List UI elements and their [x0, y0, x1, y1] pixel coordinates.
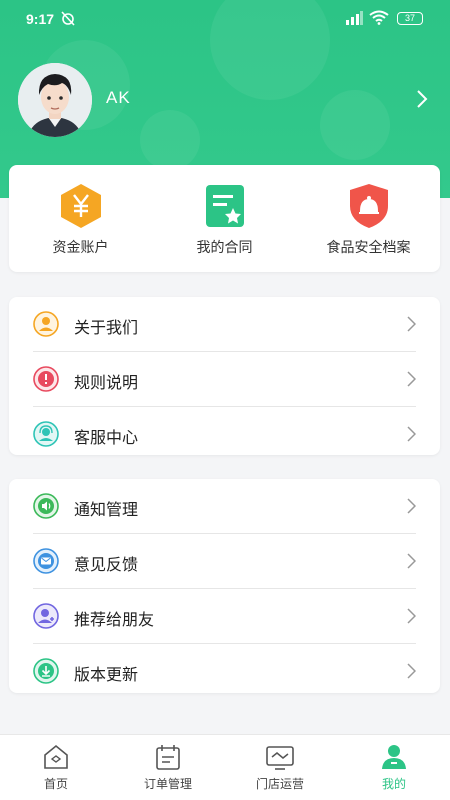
quick-action-label: 食品安全档案 [326, 240, 411, 256]
yuan-icon [59, 183, 103, 229]
menu-item-label: 推荐给朋友 [74, 610, 155, 629]
menu-item-label: 意见反馈 [74, 555, 139, 574]
quick-action-my-contract[interactable]: 我的合同 [153, 165, 296, 272]
update-icon [33, 658, 59, 684]
tab-mine[interactable]: 我的 [338, 735, 450, 800]
status-bar: 9:17 37 [0, 0, 450, 40]
menu-item-version-update[interactable]: 版本更新 [9, 644, 440, 699]
status-time: 9:17 [26, 11, 55, 27]
tab-store-operation[interactable]: 门店运营 [224, 735, 336, 800]
bottom-tab-bar: 首页 订单管理 门店运营 我的 [0, 734, 450, 800]
quick-action-food-safety-archive[interactable]: 食品安全档案 [297, 165, 440, 272]
menu-item-label: 通知管理 [74, 500, 139, 519]
menu-item-about-us[interactable]: 关于我们 [9, 297, 440, 352]
chevron-right-icon [407, 316, 417, 336]
chevron-right-icon [407, 608, 417, 628]
tab-label: 首页 [43, 777, 68, 791]
alarm-off-icon [60, 10, 76, 30]
avatar[interactable] [18, 63, 92, 137]
chevron-right-icon [407, 426, 417, 446]
store-operation-icon [265, 742, 295, 772]
username: AK [106, 88, 131, 107]
quick-actions-card: 资金账户 我的合同 食品安全档案 [9, 165, 440, 272]
menu-item-label: 版本更新 [74, 665, 139, 684]
chevron-right-icon [407, 663, 417, 683]
chevron-right-icon [407, 498, 417, 518]
home-icon [41, 742, 71, 772]
feedback-icon [33, 548, 59, 574]
notification-icon [33, 493, 59, 519]
menu-group-2: 通知管理 意见反馈 推荐给朋友 版本更新 [9, 479, 440, 693]
battery-indicator: 37 [397, 12, 423, 25]
tab-home[interactable]: 首页 [0, 735, 112, 800]
menu-item-feedback[interactable]: 意见反馈 [9, 534, 440, 589]
menu-item-rules[interactable]: 规则说明 [9, 352, 440, 407]
menu-item-notification[interactable]: 通知管理 [9, 479, 440, 534]
tab-label: 门店运营 [255, 777, 304, 791]
menu-item-customer-service[interactable]: 客服中心 [9, 407, 440, 462]
tab-label: 我的 [381, 777, 406, 791]
quick-action-fund-account[interactable]: 资金账户 [9, 165, 152, 272]
chevron-right-icon [407, 371, 417, 391]
tab-label: 订单管理 [143, 777, 192, 791]
quick-action-label: 资金账户 [52, 240, 109, 256]
chevron-right-icon[interactable] [416, 89, 428, 113]
chevron-right-icon [407, 553, 417, 573]
menu-item-recommend-to-friend[interactable]: 推荐给朋友 [9, 589, 440, 644]
tab-order-management[interactable]: 订单管理 [112, 735, 224, 800]
quick-action-label: 我的合同 [196, 240, 253, 256]
rules-icon [33, 366, 59, 392]
profile-icon [379, 742, 409, 772]
customer-service-icon [33, 421, 59, 447]
wifi-icon [369, 10, 389, 29]
menu-item-label: 客服中心 [74, 428, 139, 447]
signal-icon [345, 11, 363, 29]
about-us-icon [33, 311, 59, 337]
profile-header[interactable]: AK [18, 63, 438, 137]
recommend-icon [33, 603, 59, 629]
menu-item-label: 关于我们 [74, 318, 139, 337]
menu-item-label: 规则说明 [74, 373, 139, 392]
food-safety-icon [347, 183, 391, 229]
menu-group-1: 关于我们 规则说明 客服中心 [9, 297, 440, 455]
contract-icon [203, 183, 247, 229]
orders-icon [153, 742, 183, 772]
